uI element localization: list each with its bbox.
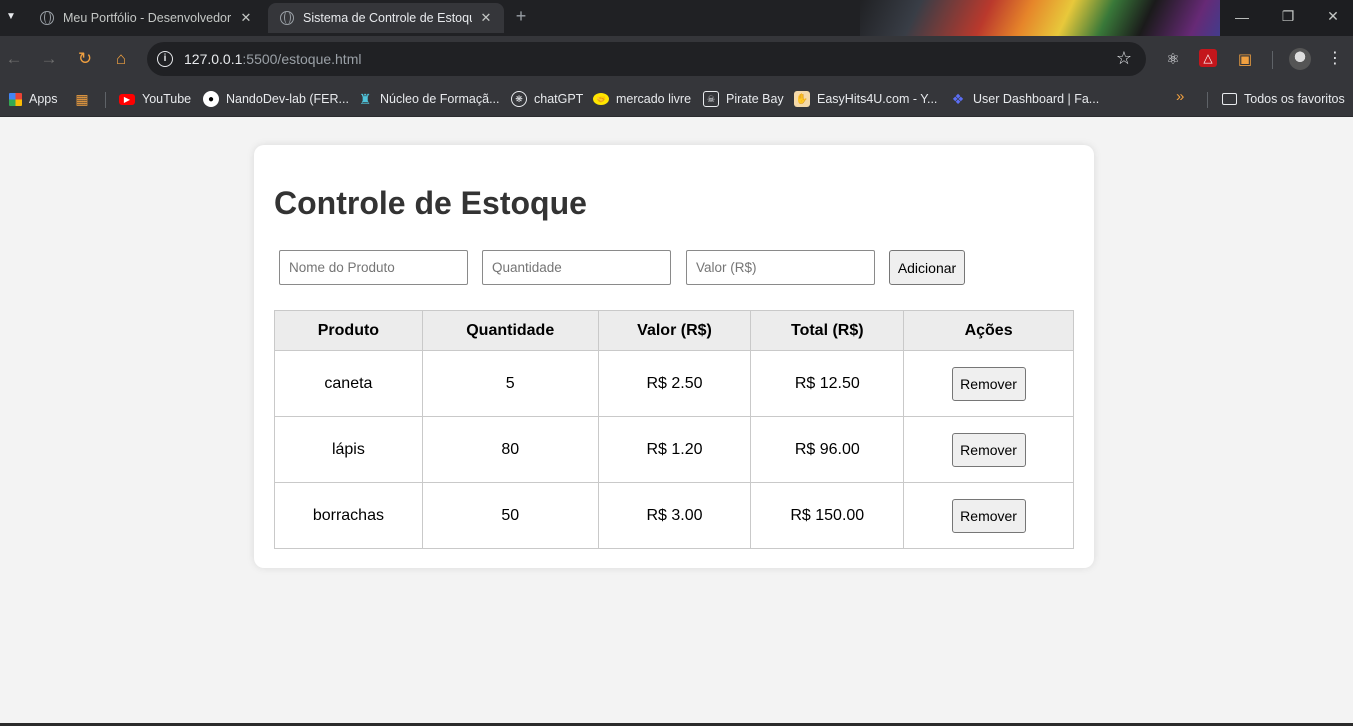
url-text: 127.0.0.1:5500/estoque.html	[184, 51, 362, 67]
profile-avatar[interactable]	[1289, 48, 1311, 70]
page-viewport: Controle de Estoque Adicionar Produto Qu…	[0, 117, 1353, 723]
bookmark-all-favorites[interactable]: Todos os favoritos	[1222, 88, 1345, 110]
table-row: borrachas 50 R$ 3.00 R$ 150.00 Remover	[274, 482, 1074, 549]
value-input[interactable]	[686, 250, 875, 285]
cell-produto: lápis	[274, 416, 423, 483]
reload-icon[interactable]: ↻	[73, 47, 97, 71]
pdf-extension-icon[interactable]: △	[1199, 49, 1217, 67]
toolbar-divider	[1272, 51, 1273, 69]
new-tab-plus-icon[interactable]: +	[511, 6, 531, 26]
cell-quantidade: 80	[421, 416, 599, 483]
restore-icon[interactable]: ❐	[1265, 0, 1311, 33]
remove-button[interactable]: Remover	[951, 432, 1026, 467]
address-bar[interactable]: i 127.0.0.1:5500/estoque.html ☆	[147, 42, 1146, 76]
bookmarks-divider	[105, 92, 106, 108]
tab-title: Meu Portfólio - Desenvolvedor	[63, 11, 232, 25]
close-icon[interactable]: ✕	[238, 10, 254, 26]
tab-strip: ▼ Meu Portfólio - Desenvolvedor ✕ Sistem…	[0, 0, 1353, 36]
cell-produto: caneta	[274, 350, 423, 417]
browser-toolbar: ← → ↻ ⌂ i 127.0.0.1:5500/estoque.html ☆ …	[0, 36, 1353, 82]
cell-valor: R$ 1.20	[597, 416, 752, 483]
cell-acoes: Remover	[903, 416, 1074, 483]
column-header-quantidade: Quantidade	[421, 310, 599, 351]
column-header-valor: Valor (R$)	[597, 310, 752, 351]
bookmarks-bar: Apps ▦ ▶ YouTube ● NandoDev-lab (FER... …	[0, 82, 1353, 117]
column-header-total: Total (R$)	[750, 310, 905, 351]
cell-valor: R$ 3.00	[597, 482, 752, 549]
menu-dots-icon[interactable]: ⋮	[1327, 47, 1343, 71]
bookmark-piratebay[interactable]: ☠ Pirate Bay	[703, 88, 784, 110]
bookmarks-divider	[1207, 92, 1208, 108]
cell-total: R$ 96.00	[750, 416, 905, 483]
inventory-card: Controle de Estoque Adicionar Produto Qu…	[254, 145, 1094, 568]
bookmark-apps[interactable]: Apps	[9, 88, 58, 110]
cell-total: R$ 150.00	[750, 482, 905, 549]
extensions-puzzle-icon[interactable]: ▣	[1235, 49, 1255, 69]
bookmark-chatgpt[interactable]: ❋ chatGPT	[511, 88, 583, 110]
column-header-produto: Produto	[274, 310, 423, 351]
mercadolivre-icon: 🤝	[593, 93, 609, 105]
home-icon[interactable]: ⌂	[109, 47, 133, 71]
quantity-input[interactable]	[482, 250, 671, 285]
tab-estoque[interactable]: Sistema de Controle de Estoque ✕	[268, 3, 504, 33]
table-row: lápis 80 R$ 1.20 R$ 96.00 Remover	[274, 416, 1074, 483]
piratebay-icon: ☠	[703, 91, 719, 107]
bookmark-tab-groups[interactable]: ▦	[74, 88, 97, 110]
remove-button[interactable]: Remover	[951, 498, 1026, 533]
bookmark-nucleo[interactable]: ♜ Núcleo de Formaçã...	[357, 88, 500, 110]
easyhits-icon: ✋	[794, 91, 810, 107]
window-close-icon[interactable]: ✕	[1310, 0, 1353, 33]
cell-acoes: Remover	[903, 350, 1074, 417]
tab-portfolio[interactable]: Meu Portfólio - Desenvolvedor ✕	[28, 3, 264, 33]
folder-icon	[1222, 93, 1237, 105]
cell-valor: R$ 2.50	[597, 350, 752, 417]
bookmark-youtube[interactable]: ▶ YouTube	[119, 88, 191, 110]
tab-title: Sistema de Controle de Estoque	[303, 11, 472, 25]
cell-acoes: Remover	[903, 482, 1074, 549]
nucleo-icon: ♜	[358, 90, 372, 107]
add-button[interactable]: Adicionar	[889, 250, 965, 285]
chatgpt-icon: ❋	[511, 91, 527, 107]
dashboard-icon: ❖	[951, 90, 965, 107]
globe-icon	[40, 11, 54, 25]
tab-groups-icon: ▦	[75, 90, 89, 107]
bookmark-star-icon[interactable]: ☆	[1116, 48, 1132, 69]
bookmark-nandodev[interactable]: ● NandoDev-lab (FER...	[203, 88, 349, 110]
cell-quantidade: 50	[421, 482, 599, 549]
back-arrow-icon[interactable]: ←	[2, 47, 26, 71]
column-header-acoes: Ações	[903, 310, 1074, 351]
table-header-row: Produto Quantidade Valor (R$) Total (R$)…	[274, 310, 1074, 351]
react-devtools-icon[interactable]: ⚛	[1163, 49, 1183, 69]
bookmark-easyhits[interactable]: ✋ EasyHits4U.com - Y...	[794, 88, 937, 110]
minimize-icon[interactable]: —	[1219, 0, 1265, 33]
cell-total: R$ 12.50	[750, 350, 905, 417]
remove-button[interactable]: Remover	[951, 366, 1026, 401]
close-icon[interactable]: ✕	[478, 10, 494, 26]
youtube-icon: ▶	[119, 93, 135, 105]
inventory-table: Produto Quantidade Valor (R$) Total (R$)…	[274, 310, 1074, 549]
github-icon: ●	[203, 91, 219, 107]
cell-produto: borrachas	[274, 482, 423, 549]
forward-arrow-icon[interactable]: →	[37, 47, 61, 71]
more-bookmarks-chevron-icon[interactable]: »	[1176, 88, 1184, 105]
tab-search-chevron-icon[interactable]: ▼	[0, 0, 22, 33]
apps-grid-icon	[9, 92, 22, 106]
bookmark-dashboard[interactable]: ❖ User Dashboard | Fa...	[950, 88, 1100, 110]
site-info-icon[interactable]: i	[157, 51, 173, 67]
product-name-input[interactable]	[279, 250, 468, 285]
table-row: caneta 5 R$ 2.50 R$ 12.50 Remover	[274, 350, 1074, 417]
globe-icon	[280, 11, 294, 25]
cell-quantidade: 5	[421, 350, 599, 417]
bookmark-mercadolivre[interactable]: 🤝 mercado livre	[593, 88, 691, 110]
page-title: Controle de Estoque	[274, 185, 587, 221]
